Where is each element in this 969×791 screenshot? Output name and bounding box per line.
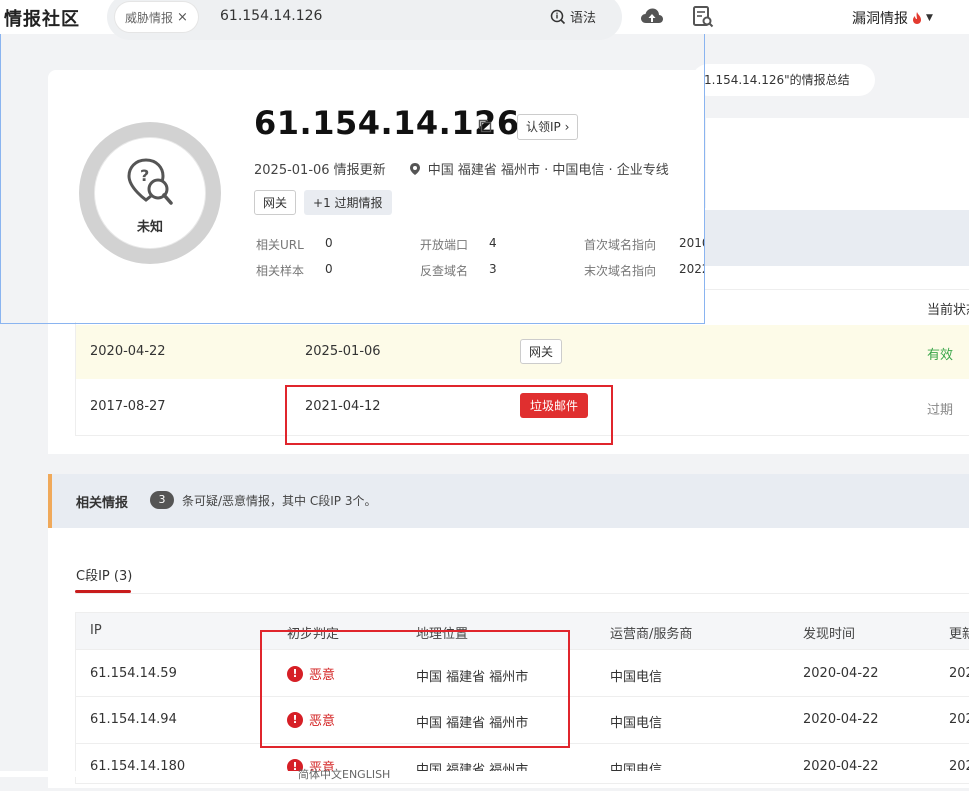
isp: 中国电信: [610, 670, 663, 685]
ip-link[interactable]: 61.154.14.94: [90, 712, 177, 727]
col-updated: 更新: [949, 627, 969, 642]
found-date: 2020-04-22: [803, 712, 879, 727]
col-isp: 运营商/服务商: [610, 627, 693, 642]
cloud-upload-icon[interactable]: [640, 6, 664, 28]
table-row: 2020-04-22 2025-01-06 网关 有效: [76, 325, 969, 379]
report-search-icon[interactable]: [692, 6, 714, 28]
updated-date: 202: [949, 712, 969, 727]
bottom-strip: [0, 771, 969, 777]
tab-divider: [75, 593, 969, 594]
table-row: 61.154.14.180 !恶意 中国 福建省 福州市 中国电信 2020-0…: [76, 743, 969, 791]
search-scope-chip[interactable]: 威胁情报 ×: [115, 2, 198, 32]
gateway-tag: 网关: [520, 339, 563, 364]
chevron-down-icon: ▼: [926, 13, 933, 23]
first-seen: 2017-08-27: [90, 399, 166, 414]
summary-pill[interactable]: 1.154.14.126"的情报总结: [692, 64, 875, 96]
status-valid: 有效: [927, 348, 954, 363]
fire-icon: [913, 12, 921, 24]
search-bar[interactable]: 威胁情报 × 61.154.14.126 语法: [107, 0, 622, 40]
found-date: 2020-04-22: [803, 666, 879, 681]
site-logo[interactable]: 情报社区: [4, 5, 80, 31]
search-scope-label: 威胁情报: [125, 10, 174, 25]
related-count-badge: 3: [150, 491, 174, 509]
syntax-button[interactable]: 语法: [550, 7, 596, 26]
isp: 中国电信: [610, 716, 663, 731]
col-ip: IP: [90, 623, 102, 638]
col-found: 发现时间: [803, 627, 856, 642]
syntax-label: 语法: [570, 11, 597, 26]
first-seen: 2020-04-22: [90, 344, 166, 359]
right-top-panel: [706, 118, 969, 208]
vuln-intel-label: 漏洞情报: [852, 11, 908, 27]
related-title: 相关情报: [76, 496, 129, 511]
related-description: 条可疑/恶意情报，其中 C段IP 3个。: [182, 494, 377, 508]
status-column-header: 当前状态: [927, 303, 969, 318]
tab-cseg-ip[interactable]: C段IP (3): [76, 565, 132, 584]
updated-date: 202: [949, 666, 969, 681]
search-input[interactable]: 61.154.14.126: [220, 8, 322, 24]
top-bar: 情报社区 威胁情报 × 61.154.14.126 语法 漏洞情报 ▼: [0, 0, 969, 40]
last-seen: 2025-01-06: [305, 344, 381, 359]
info-search-icon: [550, 9, 566, 24]
ip-link[interactable]: 61.154.14.59: [90, 666, 177, 681]
highlight-box: [260, 630, 570, 748]
language-switcher[interactable]: 简体中文ENGLISH: [298, 766, 390, 782]
highlight-box: [285, 385, 613, 445]
vuln-intel-menu[interactable]: 漏洞情报 ▼: [852, 8, 933, 28]
status-expired: 过期: [927, 403, 954, 418]
popup-outline: [0, 24, 705, 324]
close-icon[interactable]: ×: [177, 10, 188, 25]
related-intel-bar: 相关情报 3 条可疑/恶意情报，其中 C段IP 3个。: [48, 474, 969, 528]
